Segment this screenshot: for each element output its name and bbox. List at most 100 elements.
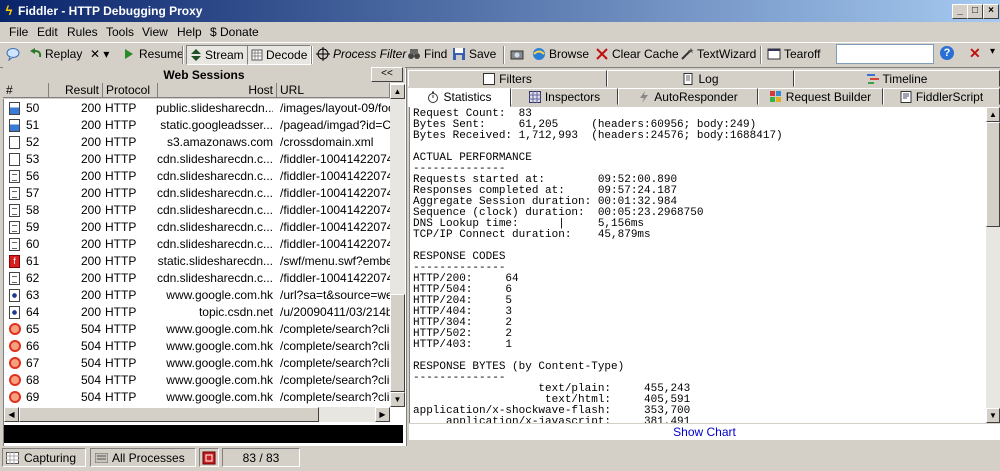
stream-toggle[interactable]: Stream bbox=[186, 45, 248, 65]
help-icon[interactable]: ? bbox=[940, 46, 954, 60]
column-header-id[interactable]: # bbox=[3, 83, 49, 98]
session-row[interactable]: 51 200 HTTP static.googleadsser.../pagead/i… bbox=[4, 117, 390, 134]
session-row[interactable]: 59 200 HTTP cdn.slidesharecdn.c.../fiddler-… bbox=[4, 219, 390, 236]
session-row[interactable]: 62 200 HTTP cdn.slidesharecdn.c.../fiddler-… bbox=[4, 270, 390, 287]
scroll-thumb[interactable] bbox=[986, 122, 1000, 227]
scroll-up-button[interactable]: ▲ bbox=[390, 84, 405, 99]
session-row[interactable]: 63 200 HTTP www.google.com.hk/url?sa=t&sour… bbox=[4, 287, 390, 304]
toolbar-overflow-icon[interactable]: ▾ bbox=[990, 46, 995, 57]
quickexec-command-bar[interactable] bbox=[4, 425, 403, 443]
sessions-vertical-scrollbar[interactable]: ▲ ▼ bbox=[390, 84, 405, 407]
menu-edit[interactable]: Edit bbox=[37, 25, 58, 39]
close-toolbar-icon[interactable]: ✕ bbox=[969, 45, 981, 62]
menu-help[interactable]: Help bbox=[177, 25, 202, 39]
clear-cache-button[interactable]: Clear Cache bbox=[595, 47, 679, 61]
quickexec-input[interactable] bbox=[836, 44, 934, 64]
breakpoint-status[interactable] bbox=[199, 448, 219, 467]
show-chart-link[interactable]: Show Chart bbox=[409, 424, 1000, 440]
document-icon bbox=[9, 272, 20, 285]
menu-tools[interactable]: Tools bbox=[106, 25, 134, 39]
scroll-down-button[interactable]: ▼ bbox=[390, 392, 405, 407]
tab-timeline-label: Timeline bbox=[882, 72, 928, 86]
session-row[interactable]: 56 200 HTTP cdn.slidesharecdn.c.../fiddler-… bbox=[4, 168, 390, 185]
scroll-up-button[interactable]: ▲ bbox=[986, 107, 1000, 122]
tab-fiddlerscript-label: FiddlerScript bbox=[915, 90, 984, 104]
browse-button[interactable]: Browse bbox=[532, 47, 589, 61]
menu-file[interactable]: File bbox=[9, 25, 28, 39]
scroll-right-button[interactable]: ▶ bbox=[375, 407, 390, 422]
statistics-text: Request Count: 83 Bytes Sent: 61,205 (he… bbox=[413, 108, 783, 424]
session-row[interactable]: 60 200 HTTP cdn.slidesharecdn.c.../fiddler-… bbox=[4, 236, 390, 253]
scroll-thumb[interactable] bbox=[19, 407, 319, 422]
menu-donate[interactable]: $ Donate bbox=[210, 25, 259, 39]
breakpoint-icon bbox=[202, 451, 216, 465]
minimize-button[interactable]: _ bbox=[952, 4, 968, 19]
statistics-scrollbar[interactable]: ▲ ▼ bbox=[986, 107, 1000, 423]
session-row[interactable]: 69 504 HTTP www.google.com.hk/complete/sear… bbox=[4, 389, 390, 406]
resume-button[interactable]: Resume bbox=[122, 47, 184, 61]
collapse-sessions-button[interactable]: << bbox=[371, 67, 403, 82]
scroll-down-button[interactable]: ▼ bbox=[986, 408, 1000, 423]
tearoff-button[interactable]: Tearoff bbox=[767, 47, 820, 61]
cell-result: 200 bbox=[80, 203, 101, 217]
process-filter-status[interactable]: All Processes bbox=[90, 448, 196, 467]
screenshot-button[interactable] bbox=[510, 47, 527, 61]
session-row[interactable]: 58 200 HTTP cdn.slidesharecdn.c.../fiddler-… bbox=[4, 202, 390, 219]
session-row[interactable]: 52 200 HTTP s3.amazonaws.com/crossdomain.xm… bbox=[4, 134, 390, 151]
window-title: Fiddler - HTTP Debugging Proxy bbox=[18, 4, 203, 18]
cell-protocol: HTTP bbox=[105, 220, 137, 234]
find-button[interactable]: Find bbox=[407, 47, 447, 61]
comment-button[interactable] bbox=[6, 47, 23, 61]
cell-url: /complete/search?clier bbox=[280, 373, 390, 387]
cell-result: 200 bbox=[80, 254, 101, 268]
tab-log[interactable]: Log bbox=[607, 70, 794, 87]
crosshair-icon bbox=[316, 47, 330, 61]
document-icon bbox=[9, 221, 20, 234]
tab-autoresponder[interactable]: AutoResponder bbox=[618, 88, 758, 105]
cell-protocol: HTTP bbox=[105, 237, 137, 251]
tab-statistics[interactable]: Statistics bbox=[408, 88, 511, 107]
column-header-host[interactable]: Host bbox=[158, 83, 277, 98]
session-row[interactable]: 68 504 HTTP www.google.com.hk/complete/sear… bbox=[4, 372, 390, 389]
menu-view[interactable]: View bbox=[142, 25, 168, 39]
replay-button[interactable]: Replay bbox=[28, 47, 82, 61]
column-header-url[interactable]: URL bbox=[277, 83, 390, 98]
session-row[interactable]: 66 504 HTTP www.google.com.hk/complete/sear… bbox=[4, 338, 390, 355]
session-row[interactable]: 57 200 HTTP cdn.slidesharecdn.c.../fiddler-… bbox=[4, 185, 390, 202]
save-button[interactable]: Save bbox=[452, 47, 496, 61]
blocked-request-icon bbox=[9, 323, 21, 335]
toolbar-separator bbox=[760, 46, 762, 64]
capturing-status[interactable]: Capturing bbox=[2, 448, 86, 467]
menu-rules[interactable]: Rules bbox=[67, 25, 98, 39]
session-row[interactable]: 50 200 HTTP public.slidesharecdn.../images/… bbox=[4, 100, 390, 117]
remove-sessions-button[interactable]: ✕ ▾ bbox=[90, 47, 109, 61]
session-row[interactable]: 65 504 HTTP www.google.com.hk/complete/sear… bbox=[4, 321, 390, 338]
sessions-horizontal-scrollbar[interactable]: ◀ ▶ bbox=[4, 407, 390, 422]
tab-fiddlerscript[interactable]: FiddlerScript bbox=[883, 88, 1000, 105]
session-row[interactable]: 53 200 HTTP cdn.slidesharecdn.c.../fiddler-… bbox=[4, 151, 390, 168]
tab-request-builder[interactable]: Request Builder bbox=[758, 88, 883, 105]
session-row[interactable]: 64 200 HTTP topic.csdn.net/u/20090411/03/21… bbox=[4, 304, 390, 321]
text-wizard-button[interactable]: TextWizard bbox=[680, 47, 756, 61]
decode-toggle[interactable]: Decode bbox=[247, 45, 312, 65]
maximize-button[interactable]: □ bbox=[967, 4, 983, 19]
cell-protocol: HTTP bbox=[105, 288, 137, 302]
statistics-pane: Request Count: 83 Bytes Sent: 61,205 (he… bbox=[409, 107, 987, 423]
tab-filters[interactable]: Filters bbox=[408, 70, 607, 87]
cell-url: /pagead/imgad?id=CI bbox=[280, 118, 390, 132]
cell-host: public.slidesharecdn... bbox=[156, 101, 273, 115]
xml-file-icon bbox=[9, 153, 20, 166]
column-header-protocol[interactable]: Protocol bbox=[103, 83, 158, 98]
scroll-left-button[interactable]: ◀ bbox=[4, 407, 19, 422]
process-filter-button[interactable]: Process Filter bbox=[316, 47, 406, 61]
close-window-button[interactable]: × bbox=[983, 4, 999, 19]
tab-inspectors[interactable]: Inspectors bbox=[511, 88, 618, 105]
session-row[interactable]: 67 504 HTTP www.google.com.hk/complete/sear… bbox=[4, 355, 390, 372]
cell-host: www.google.com.hk bbox=[166, 390, 273, 404]
toolbar-separator bbox=[311, 46, 313, 64]
redirect-icon bbox=[9, 306, 20, 319]
scroll-thumb[interactable] bbox=[390, 294, 405, 392]
column-header-result[interactable]: Result bbox=[49, 83, 103, 98]
session-row[interactable]: f 61 200 HTTP static.slidesharecdn.../swf/me… bbox=[4, 253, 390, 270]
tab-timeline[interactable]: Timeline bbox=[794, 70, 1000, 87]
